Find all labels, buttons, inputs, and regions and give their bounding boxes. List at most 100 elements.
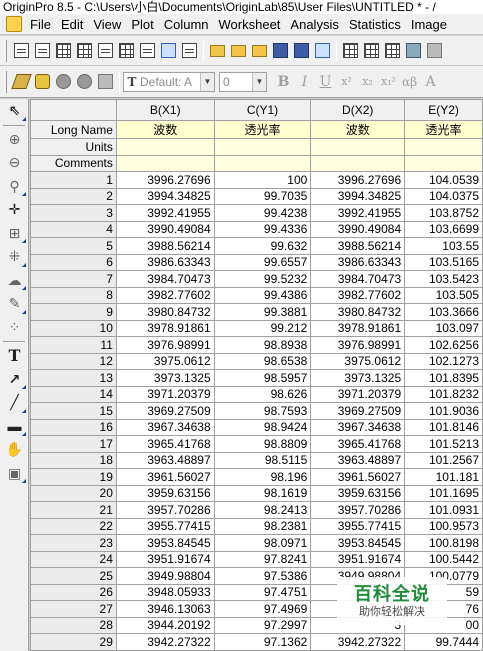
long-name-cell[interactable]: 波数: [115, 120, 215, 139]
open-excel-button[interactable]: [249, 40, 270, 61]
data-cell[interactable]: 100.9573: [404, 517, 483, 535]
open-button[interactable]: [207, 40, 228, 61]
data-cell[interactable]: 103.097: [404, 319, 483, 337]
data-cell[interactable]: 103.5165: [404, 253, 483, 271]
data-cell[interactable]: 101.2567: [404, 451, 483, 469]
data-cell[interactable]: 3953.84545: [115, 534, 215, 552]
row-header[interactable]: 12: [30, 352, 117, 370]
units-cell[interactable]: [310, 138, 406, 156]
data-cell[interactable]: 98.2413: [213, 501, 312, 519]
data-cell[interactable]: 98.196: [213, 468, 312, 486]
row-header[interactable]: 1: [30, 171, 117, 189]
row-header[interactable]: 26: [30, 583, 117, 601]
data-cell[interactable]: 99.5232: [213, 270, 312, 288]
data-cell[interactable]: 103.505: [404, 286, 483, 304]
data-cell[interactable]: 3955.77415: [310, 517, 406, 535]
draw-data-tool[interactable]: ✎: [0, 292, 29, 316]
data-cell[interactable]: 3984.70473: [310, 270, 406, 288]
run-button[interactable]: [424, 40, 445, 61]
new-folder-button[interactable]: [32, 40, 53, 61]
data-cell[interactable]: 97.5386: [213, 567, 312, 585]
long-name-cell[interactable]: 透光率: [404, 120, 483, 139]
row-header[interactable]: 28: [30, 616, 117, 634]
new-excel-button[interactable]: [74, 40, 95, 61]
zoom-in-tool[interactable]: ⊕: [0, 128, 29, 152]
chevron-down-icon[interactable]: ▼: [252, 72, 266, 91]
data-cell[interactable]: 97.8241: [213, 550, 312, 568]
long-name-cell[interactable]: 波数: [310, 120, 406, 139]
data-cell[interactable]: 3961.56027: [115, 468, 215, 486]
rectangle-tool[interactable]: ▬: [0, 415, 29, 439]
data-cell[interactable]: 98.5115: [213, 451, 312, 469]
data-cell[interactable]: 99.4238: [213, 204, 312, 222]
data-cell[interactable]: 3990.49084: [115, 220, 215, 238]
greek-button[interactable]: αβ: [399, 75, 420, 89]
data-cell[interactable]: 3976.98991: [115, 336, 215, 354]
data-cell[interactable]: 3971.20379: [310, 385, 406, 403]
increase-font-button[interactable]: A: [420, 74, 441, 90]
data-cell[interactable]: 3951.91674: [310, 550, 406, 568]
recalculate-button[interactable]: [403, 40, 424, 61]
data-cell[interactable]: 98.0971: [213, 534, 312, 552]
mask-tool[interactable]: ☁: [0, 269, 29, 293]
data-cell[interactable]: 3948.05933: [115, 583, 215, 601]
row-header[interactable]: 10: [30, 319, 117, 337]
italic-button[interactable]: I: [294, 74, 315, 90]
data-cell[interactable]: 3942.27322: [310, 633, 406, 651]
data-cell[interactable]: 3953.84545: [310, 534, 406, 552]
data-cell[interactable]: 98.626: [213, 385, 312, 403]
row-header[interactable]: 7: [30, 270, 117, 288]
font-select[interactable]: T Default: A ▼: [123, 71, 215, 92]
data-cell[interactable]: 3951.91674: [115, 550, 215, 568]
data-cell[interactable]: 3967.34638: [115, 418, 215, 436]
disabled-tool-2[interactable]: [74, 71, 95, 92]
data-cell[interactable]: 3959.63156: [115, 484, 215, 502]
menu-file[interactable]: File: [25, 14, 56, 34]
row-header[interactable]: 24: [30, 550, 117, 568]
data-cell[interactable]: 3942.27322: [115, 633, 215, 651]
data-cell[interactable]: 3994.34825: [310, 187, 406, 205]
select-all-corner[interactable]: [30, 99, 117, 121]
data-cell[interactable]: 99.7444: [404, 633, 483, 651]
data-cell[interactable]: 3986.63343: [115, 253, 215, 271]
data-cell[interactable]: 3988.56214: [115, 237, 215, 255]
data-cell[interactable]: 101.0931: [404, 501, 483, 519]
menu-plot[interactable]: Plot: [126, 14, 158, 34]
data-cell[interactable]: 3973.1325: [115, 369, 215, 387]
data-cell[interactable]: 98.1619: [213, 484, 312, 502]
data-cell[interactable]: 98.5957: [213, 369, 312, 387]
data-cell[interactable]: 103.6699: [404, 220, 483, 238]
comments-cell[interactable]: [213, 154, 312, 172]
scale-in-tool[interactable]: ⚲: [0, 175, 29, 199]
data-cell[interactable]: 3963.48897: [115, 451, 215, 469]
data-cell[interactable]: 3965.41768: [310, 435, 406, 453]
column-header-b[interactable]: B(X1): [115, 99, 215, 121]
new-matrix-button[interactable]: [116, 40, 137, 61]
disabled-tool-3[interactable]: [95, 71, 116, 92]
row-header[interactable]: 14: [30, 385, 117, 403]
data-cell[interactable]: 98.2381: [213, 517, 312, 535]
disabled-tool-1[interactable]: [53, 71, 74, 92]
data-cell[interactable]: 98.6538: [213, 352, 312, 370]
data-cell[interactable]: 3944.20192: [115, 616, 215, 634]
menu-view[interactable]: View: [88, 14, 126, 34]
new-workbook-button[interactable]: [53, 40, 74, 61]
data-cell[interactable]: 3975.0612: [310, 352, 406, 370]
data-cell[interactable]: 103.3666: [404, 303, 483, 321]
underline-button[interactable]: U: [315, 74, 336, 90]
row-header[interactable]: 16: [30, 418, 117, 436]
data-cell[interactable]: 3992.41955: [115, 204, 215, 222]
region-tool[interactable]: ⁘: [0, 316, 29, 340]
row-header[interactable]: 13: [30, 369, 117, 387]
comments-cell[interactable]: [310, 154, 406, 172]
data-cell[interactable]: 3965.41768: [115, 435, 215, 453]
column-header-d[interactable]: D(X2): [310, 99, 406, 121]
row-header[interactable]: 2: [30, 187, 117, 205]
row-header[interactable]: 23: [30, 534, 117, 552]
data-cell[interactable]: 3982.77602: [115, 286, 215, 304]
toolbar-grip[interactable]: [4, 39, 7, 62]
units-cell[interactable]: [115, 138, 215, 156]
new-notes-button[interactable]: [179, 40, 200, 61]
data-cell[interactable]: 3980.84732: [115, 303, 215, 321]
data-cell[interactable]: 99.7035: [213, 187, 312, 205]
